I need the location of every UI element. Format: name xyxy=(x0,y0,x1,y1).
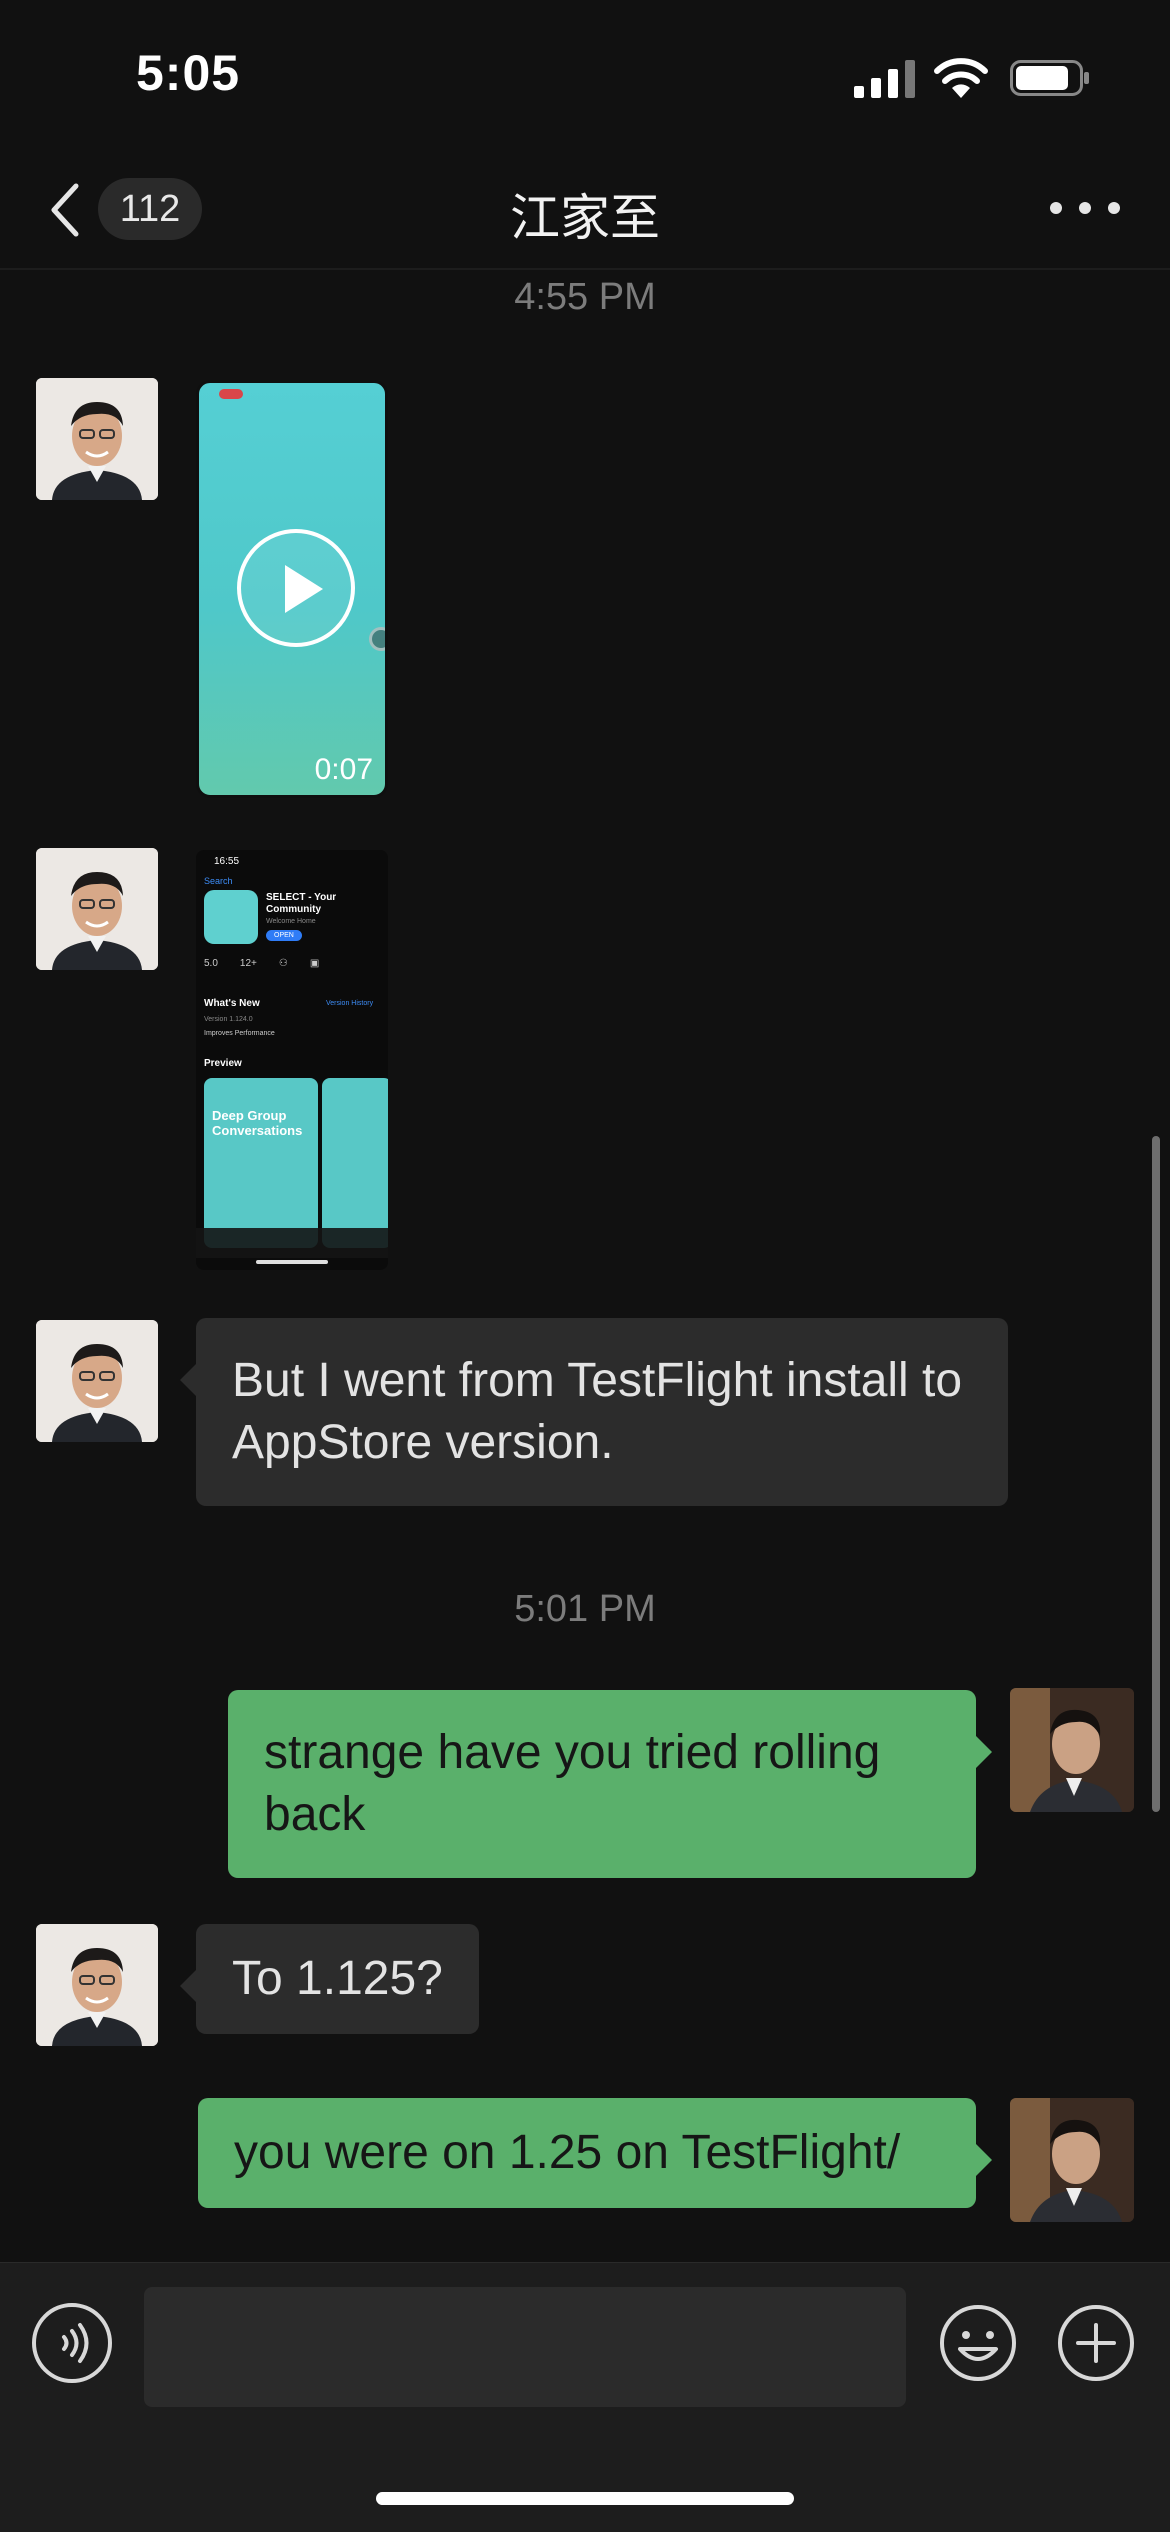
screenshot-stats: 5.0 12+ ⚇ ▣ xyxy=(204,958,388,969)
video-preview-detail xyxy=(369,627,385,651)
video-duration: 0:07 xyxy=(314,753,373,786)
cellular-signal-icon xyxy=(854,60,915,98)
emoji-icon xyxy=(940,2305,1016,2381)
message-bubble-incoming[interactable]: To 1.125? xyxy=(180,1924,479,2034)
home-indicator xyxy=(376,2492,794,2505)
screenshot-version: Version 1.124.0 xyxy=(204,1016,253,1023)
more-options-button[interactable] xyxy=(1050,186,1120,230)
screenshot-stat: 12+ xyxy=(239,958,257,969)
battery-icon xyxy=(1010,60,1089,96)
video-message[interactable]: 0:07 xyxy=(196,380,388,798)
screenshot-card-text: Deep Group Conversations xyxy=(212,1108,303,1138)
screenshot-preview-heading: Preview xyxy=(204,1058,242,1069)
voice-icon xyxy=(62,2323,89,2363)
message-list[interactable]: 4:55 PM 0:07 16:55 Search SELECT - Your … xyxy=(0,272,1170,2262)
screenshot-app-name: SELECT - Your Community xyxy=(266,892,337,915)
screenshot-clock: 16:55 xyxy=(214,856,240,867)
more-actions-button[interactable] xyxy=(1056,2303,1136,2383)
chat-title: 江家至 xyxy=(510,189,660,247)
screenshot-open-button: OPEN xyxy=(266,930,302,941)
screenshot-version-history: Version History xyxy=(326,1000,374,1007)
screenshot-tab-bar xyxy=(196,1228,388,1258)
screenshot-whats-new: What's New xyxy=(204,998,260,1009)
voice-input-button[interactable] xyxy=(32,2303,112,2383)
play-button[interactable] xyxy=(237,529,355,647)
chat-header: 112 江家至 xyxy=(0,150,1170,270)
play-icon xyxy=(285,565,323,613)
screenshot-back-link: Search xyxy=(204,876,233,886)
video-preview-detail xyxy=(219,389,243,399)
screenshot-app-subtitle: Welcome Home xyxy=(266,918,316,925)
screenshot-stat: 5.0 xyxy=(204,958,218,969)
message-input[interactable] xyxy=(144,2287,906,2407)
app-icon xyxy=(204,890,258,944)
contact-avatar[interactable] xyxy=(36,1924,158,2046)
screenshot-home-indicator xyxy=(256,1260,328,1264)
dot-icon xyxy=(1108,202,1120,214)
screenshot-release-notes: Improves Performance xyxy=(204,1030,275,1037)
contact-avatar[interactable] xyxy=(36,848,158,970)
message-bubble-outgoing[interactable]: you were on 1.25 on TestFlight/ xyxy=(198,2098,992,2208)
my-avatar[interactable] xyxy=(1010,2098,1134,2222)
contact-avatar[interactable] xyxy=(36,1320,158,1442)
wifi-icon xyxy=(934,58,988,98)
message-bubble-outgoing[interactable]: strange have you tried rolling back xyxy=(228,1690,992,1878)
scrollbar[interactable] xyxy=(1152,1136,1160,1812)
my-avatar[interactable] xyxy=(1010,1688,1134,1812)
screenshot-preview-card xyxy=(204,1078,318,1248)
status-clock: 5:05 xyxy=(136,45,241,101)
screenshot-stat: ▣ xyxy=(309,958,320,969)
emoji-button[interactable] xyxy=(938,2303,1018,2383)
screenshot-preview-card xyxy=(322,1078,388,1248)
contact-avatar[interactable] xyxy=(36,378,158,500)
dot-icon xyxy=(1079,202,1091,214)
plus-icon xyxy=(1058,2305,1134,2381)
message-timestamp: 4:55 PM xyxy=(514,276,656,318)
status-bar: 5:05 xyxy=(0,0,1170,150)
image-message[interactable]: 16:55 Search SELECT - Your Community Wel… xyxy=(196,850,388,1270)
message-timestamp: 5:01 PM xyxy=(514,1588,656,1630)
screenshot-stat: ⚇ xyxy=(278,958,288,969)
dot-icon xyxy=(1050,202,1062,214)
message-bubble-incoming[interactable]: But I went from TestFlight install to Ap… xyxy=(180,1318,1008,1506)
